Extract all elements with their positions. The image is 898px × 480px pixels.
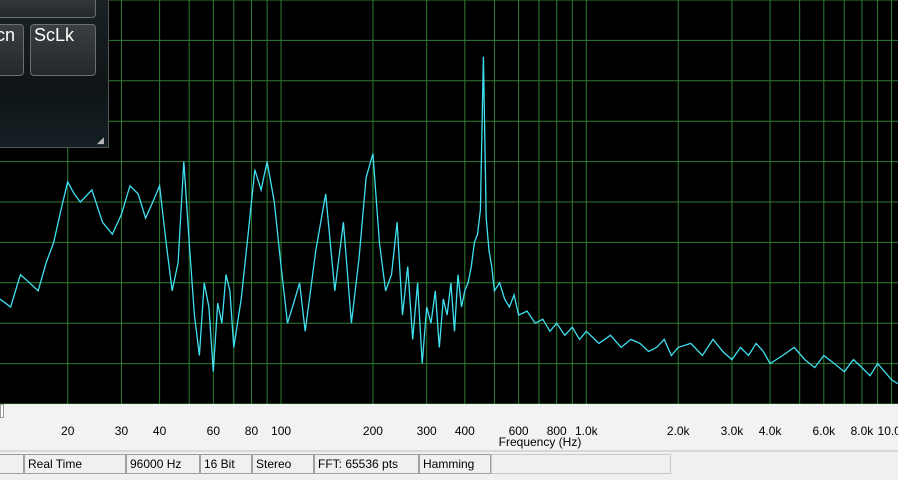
status-channels: Stereo bbox=[252, 454, 314, 474]
x-tick-label: 2.0k bbox=[666, 424, 690, 438]
x-tick-label: 20 bbox=[61, 424, 75, 438]
frequency-ruler: 20 30 40 60 80 100 200 300 400 600 800 1.0k 2.0k 3.0k… bbox=[0, 404, 898, 450]
x-tick-label: 200 bbox=[362, 424, 383, 438]
status-cell-empty bbox=[491, 454, 671, 474]
key-label: cn bbox=[0, 25, 16, 45]
key-scroll-lock[interactable]: ScLk bbox=[30, 24, 96, 76]
spectrum-plot bbox=[0, 0, 898, 404]
grid bbox=[0, 0, 898, 404]
x-tick-label: 4.0k bbox=[758, 424, 782, 438]
x-tick-label: 6.0k bbox=[812, 424, 836, 438]
spectrum-trace bbox=[0, 56, 898, 385]
resize-grip-icon[interactable]: ◢ bbox=[97, 136, 106, 145]
status-sample-rate: 96000 Hz bbox=[126, 454, 200, 474]
x-tick-label: 10.0k bbox=[877, 424, 898, 438]
x-axis-title: Frequency (Hz) bbox=[498, 435, 582, 449]
x-tick-label: 400 bbox=[454, 424, 475, 438]
x-tick-label: 300 bbox=[416, 424, 437, 438]
key-cn[interactable]: cn bbox=[0, 24, 24, 76]
x-tick-label: 3.0k bbox=[720, 424, 744, 438]
status-bar: Real Time 96000 Hz 16 Bit Stereo FFT: 65… bbox=[0, 452, 898, 480]
x-tick-label: 60 bbox=[206, 424, 221, 438]
status-fft: FFT: 65536 pts bbox=[314, 454, 419, 474]
x-tick-label: 80 bbox=[244, 424, 259, 438]
x-tick-label: 100 bbox=[271, 424, 292, 438]
status-mode: Real Time bbox=[24, 454, 126, 474]
on-screen-keyboard-panel: cn ScLk ◢ bbox=[0, 0, 109, 148]
x-tick-label: 8.0k bbox=[850, 424, 874, 438]
x-tick-label: 40 bbox=[152, 424, 167, 438]
key-button[interactable] bbox=[0, 0, 96, 18]
status-cell-blank bbox=[0, 454, 24, 474]
status-window: Hamming bbox=[419, 454, 491, 474]
scroll-handle[interactable] bbox=[0, 404, 4, 418]
x-tick-label: 30 bbox=[114, 424, 129, 438]
key-label: ScLk bbox=[34, 25, 75, 45]
status-bit-depth: 16 Bit bbox=[200, 454, 252, 474]
